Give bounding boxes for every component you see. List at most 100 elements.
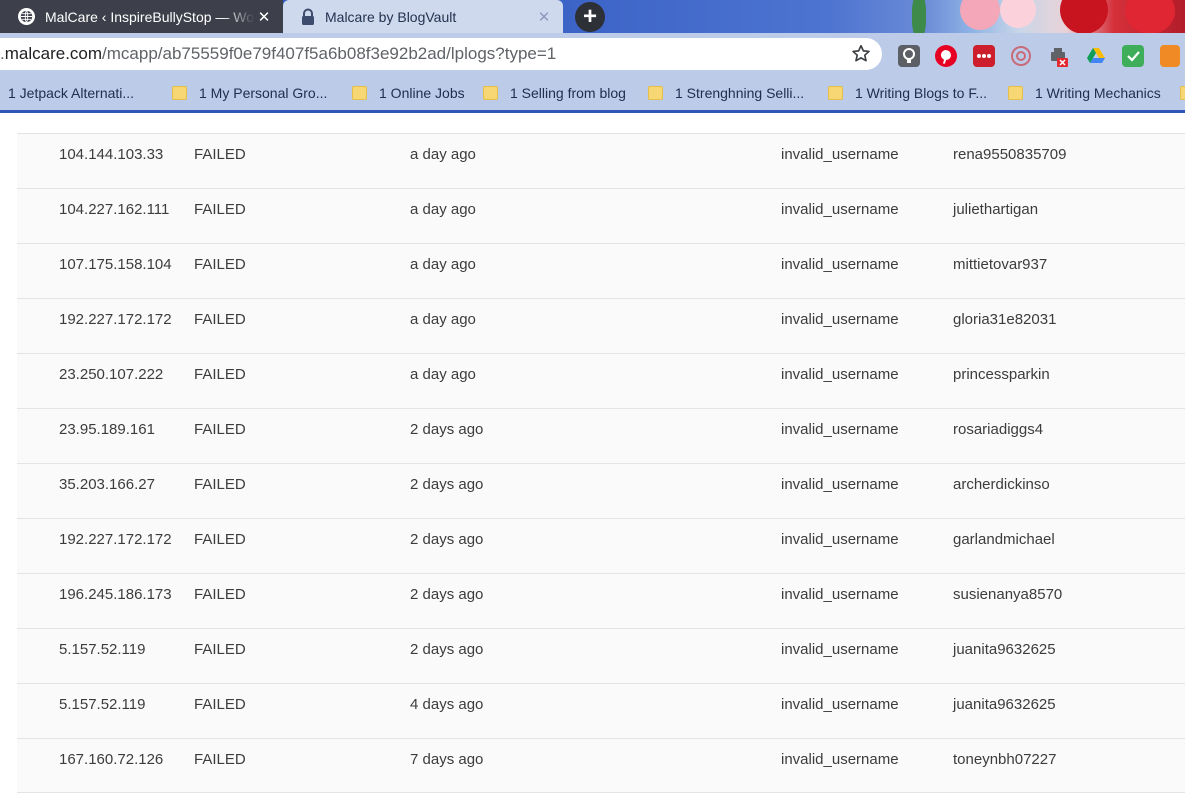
reason-cell: invalid_username [781,476,899,493]
bookmark-label: 1 My Personal Gro... [199,85,328,101]
tab-title: MalCare ‹ InspireBullyStop — Wo [45,8,255,25]
status-cell: FAILED [194,696,246,713]
table-row: 104.227.162.111 FAILED a day ago invalid_us… [17,188,1185,243]
username-cell: rena9550835709 [953,146,1067,163]
bookmark-label: 1 Writing Mechanics [1035,85,1161,101]
bookmark-folder-online-jobs[interactable]: 1 Online Jobs [352,75,465,111]
check-mail-extension-icon[interactable] [1122,45,1144,67]
reason-cell: invalid_username [781,256,899,273]
username-cell: archerdickinso [953,476,1050,493]
table-row: 192.227.172.172 FAILED 2 days ago invalid_u… [17,518,1185,573]
reason-cell: invalid_username [781,641,899,658]
table-row: 107.175.158.104 FAILED a day ago invalid_us… [17,243,1185,298]
ip-address-cell: 5.157.52.119 [59,641,146,658]
wallpaper-flower [1000,0,1036,28]
status-cell: FAILED [194,476,246,493]
table-row: 167.160.72.126 FAILED 7 days ago invalid_us… [17,738,1185,793]
bookmark-label: 1 Strenghning Selli... [675,85,805,101]
table-row: 196.245.186.173 FAILED 2 days ago invalid_u… [17,573,1185,628]
ip-address-cell: 104.144.103.33 [59,146,164,163]
table-row: 35.203.166.27 FAILED 2 days ago invalid_use… [17,463,1185,518]
bookmark-overflow[interactable] [1180,75,1185,111]
bookmark-folder-selling-from-blog[interactable]: 1 Selling from blog [483,75,626,111]
ip-address-cell: 192.227.172.172 [59,311,172,328]
wallpaper-flower [1125,0,1175,34]
browser-tab-strip: MalCare ‹ InspireBullyStop — Wo ✕ Malcar… [0,0,1185,36]
reason-cell: invalid_username [781,421,899,438]
table-row: 23.95.189.161 FAILED 2 days ago invalid_use… [17,408,1185,463]
table-row: 192.227.172.172 FAILED a day ago invalid_us… [17,298,1185,353]
status-cell: FAILED [194,421,246,438]
reason-cell: invalid_username [781,751,899,768]
bookmark-folder-personal-growth[interactable]: 1 My Personal Gro... [172,75,327,111]
reason-cell: invalid_username [781,146,899,163]
folder-icon [483,86,498,100]
status-cell: FAILED [194,366,246,383]
username-cell: mittietovar937 [953,256,1048,273]
status-cell: FAILED [194,751,246,768]
globe-icon [18,8,35,25]
browser-toolbar: .malcare.com/mcapp/ab75559f0e79f407f5a6b… [0,33,1185,75]
ip-address-cell: 23.95.189.161 [59,421,155,438]
bookmark-folder-writing-mechanics[interactable]: 1 Writing Mechanics [1008,75,1161,111]
username-cell: juanita9632625 [953,696,1056,713]
time-cell: a day ago [410,146,476,163]
bookmark-label: 1 Writing Blogs to F... [855,85,988,101]
username-cell: juliethartigan [953,201,1039,218]
google-drive-icon[interactable] [1085,45,1107,67]
time-cell: 4 days ago [410,696,484,713]
username-cell: princessparkin [953,366,1050,383]
new-tab-button[interactable]: + [575,2,605,32]
folder-icon [648,86,663,100]
username-cell: susienanya8570 [953,586,1063,603]
address-bar[interactable]: .malcare.com/mcapp/ab75559f0e79f407f5a6b… [0,38,882,70]
reason-cell: invalid_username [781,311,899,328]
more-dots-extension-icon[interactable] [973,45,995,67]
pinterest-icon[interactable] [935,45,957,67]
username-cell: rosariadiggs4 [953,421,1044,438]
ip-address-cell: 192.227.172.172 [59,531,172,548]
tab-malcare-inspirebullystop[interactable]: MalCare ‹ InspireBullyStop — Wo ✕ [0,0,283,33]
time-cell: a day ago [410,201,476,218]
time-cell: 2 days ago [410,476,484,493]
ip-address-cell: 107.175.158.104 [59,256,172,273]
bookmark-folder-jetpack[interactable]: 1 Jetpack Alternati... [2,75,134,111]
reason-cell: invalid_username [781,366,899,383]
bookmark-label: 1 Selling from blog [510,85,626,101]
reason-cell: invalid_username [781,531,899,548]
close-tab-button[interactable]: ✕ [255,8,273,26]
reason-cell: invalid_username [781,201,899,218]
tab-malcare-blogvault[interactable]: Malcare by BlogVault ✕ [283,0,563,33]
bookmark-star-icon[interactable] [850,43,872,65]
folder-icon [172,86,187,100]
wallpaper-leaf [912,0,926,36]
time-cell: 2 days ago [410,641,484,658]
status-cell: FAILED [194,531,246,548]
bookmark-folder-strengthening-selling[interactable]: 1 Strenghning Selli... [648,75,804,111]
reason-cell: invalid_username [781,696,899,713]
circle-extension-icon[interactable] [1010,45,1032,67]
table-row: 23.250.107.222 FAILED a day ago invalid_use… [17,353,1185,408]
address-url[interactable]: .malcare.com/mcapp/ab75559f0e79f407f5a6b… [0,44,556,64]
time-cell: a day ago [410,256,476,273]
folder-icon [1008,86,1023,100]
ip-address-cell: 104.227.162.111 [59,201,170,218]
printer-extension-icon[interactable] [1047,45,1069,67]
folder-icon [828,86,843,100]
ip-address-cell: 35.203.166.27 [59,476,155,493]
ip-address-cell: 167.160.72.126 [59,751,164,768]
table-row: 104.144.103.33 FAILED a day ago invalid_use… [17,133,1185,188]
orange-extension-icon[interactable] [1160,45,1180,67]
time-cell: 2 days ago [410,421,484,438]
time-cell: a day ago [410,311,476,328]
lock-icon [299,7,317,27]
username-cell: gloria31e82031 [953,311,1057,328]
bookmark-folder-writing-blogs[interactable]: 1 Writing Blogs to F... [828,75,987,111]
url-domain: malcare.com [4,44,103,63]
status-cell: FAILED [194,311,246,328]
time-cell: 7 days ago [410,751,484,768]
username-cell: garlandmichael [953,531,1055,548]
lightbulb-extension-icon[interactable] [898,45,920,67]
tab-title: Malcare by BlogVault [325,8,457,25]
close-tab-button[interactable]: ✕ [535,8,553,26]
